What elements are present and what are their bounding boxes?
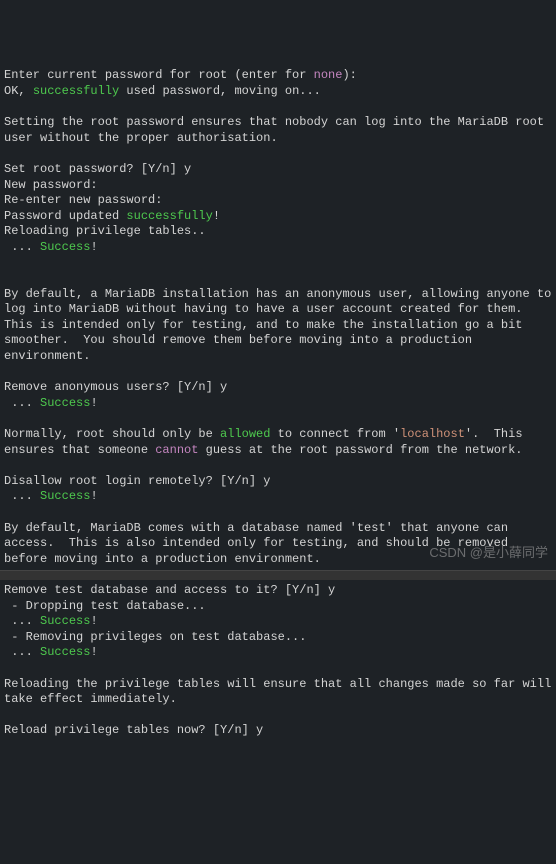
terminal-text: ... xyxy=(4,489,40,503)
terminal-output[interactable]: Enter current password for root (enter f… xyxy=(4,68,552,739)
terminal-line: ... Success! xyxy=(4,614,552,630)
terminal-text: Setting the root password ensures that n… xyxy=(4,115,551,145)
watermark: CSDN @是小薛同学 xyxy=(429,545,548,562)
terminal-line: Remove anonymous users? [Y/n] y xyxy=(4,380,552,396)
terminal-line: Normally, root should only be allowed to… xyxy=(4,427,552,458)
terminal-text: Password updated xyxy=(4,209,126,223)
terminal-line xyxy=(4,256,552,272)
terminal-text: ... xyxy=(4,645,40,659)
terminal-line xyxy=(4,708,552,724)
terminal-line xyxy=(4,100,552,116)
terminal-line xyxy=(4,661,552,677)
terminal-text: Reloading privilege tables.. xyxy=(4,224,206,238)
terminal-text: Remove test database and access to it? [… xyxy=(4,583,335,597)
terminal-text: Reloading the privilege tables will ensu… xyxy=(4,677,556,707)
terminal-line: Remove test database and access to it? [… xyxy=(4,583,552,599)
terminal-text: By default, a MariaDB installation has a… xyxy=(4,287,556,363)
terminal-text: - Dropping test database... xyxy=(4,599,206,613)
terminal-text: guess at the root password from the netw… xyxy=(198,443,522,457)
terminal-text: Success xyxy=(40,396,90,410)
terminal-text: ! xyxy=(90,396,97,410)
terminal-text: ! xyxy=(90,489,97,503)
terminal-text: Reload privilege tables now? [Y/n] y xyxy=(4,723,263,737)
terminal-line: - Dropping test database... xyxy=(4,599,552,615)
terminal-line xyxy=(4,146,552,162)
terminal-line: Set root password? [Y/n] y xyxy=(4,162,552,178)
terminal-line xyxy=(4,505,552,521)
terminal-line: By default, a MariaDB installation has a… xyxy=(4,287,552,365)
terminal-text: used password, moving on... xyxy=(119,84,321,98)
terminal-text: Success xyxy=(40,614,90,628)
terminal-line: ... Success! xyxy=(4,396,552,412)
terminal-line: Reloading privilege tables.. xyxy=(4,224,552,240)
terminal-text: ... xyxy=(4,614,40,628)
terminal-line: Reloading the privilege tables will ensu… xyxy=(4,677,552,708)
terminal-text: Remove anonymous users? [Y/n] y xyxy=(4,380,227,394)
terminal-text: ! xyxy=(213,209,220,223)
terminal-line: Setting the root password ensures that n… xyxy=(4,115,552,146)
terminal-line: ... Success! xyxy=(4,645,552,661)
terminal-text: cannot xyxy=(155,443,198,457)
terminal-text: ! xyxy=(90,240,97,254)
terminal-line xyxy=(4,271,552,287)
terminal-line xyxy=(4,458,552,474)
terminal-line xyxy=(4,365,552,381)
terminal-text: - Removing privileges on test database..… xyxy=(4,630,306,644)
terminal-text: successfully xyxy=(33,84,119,98)
terminal-text: successfully xyxy=(126,209,212,223)
terminal-text: Enter current password for root (enter f… xyxy=(4,68,314,82)
terminal-text: to connect from ' xyxy=(270,427,400,441)
terminal-line: ... Success! xyxy=(4,240,552,256)
bottom-bar xyxy=(0,570,556,580)
terminal-text: localhost xyxy=(400,427,465,441)
terminal-text: ! xyxy=(90,614,97,628)
terminal-text: Success xyxy=(40,489,90,503)
terminal-text: ... xyxy=(4,240,40,254)
terminal-text: New password: xyxy=(4,178,98,192)
terminal-text: allowed xyxy=(220,427,270,441)
terminal-text: none xyxy=(314,68,343,82)
terminal-line: ... Success! xyxy=(4,489,552,505)
terminal-text: Disallow root login remotely? [Y/n] y xyxy=(4,474,270,488)
terminal-line: - Removing privileges on test database..… xyxy=(4,630,552,646)
terminal-line: OK, successfully used password, moving o… xyxy=(4,84,552,100)
terminal-line: Password updated successfully! xyxy=(4,209,552,225)
terminal-text: OK, xyxy=(4,84,33,98)
terminal-text: Set root password? [Y/n] y xyxy=(4,162,191,176)
terminal-text: Success xyxy=(40,240,90,254)
terminal-text: ... xyxy=(4,396,40,410)
terminal-line: Enter current password for root (enter f… xyxy=(4,68,552,84)
terminal-line: Disallow root login remotely? [Y/n] y xyxy=(4,474,552,490)
terminal-text: Success xyxy=(40,645,90,659)
terminal-line xyxy=(4,411,552,427)
terminal-line: Re-enter new password: xyxy=(4,193,552,209)
terminal-text: Normally, root should only be xyxy=(4,427,220,441)
terminal-text: Re-enter new password: xyxy=(4,193,162,207)
terminal-text: ): xyxy=(342,68,356,82)
terminal-text: ! xyxy=(90,645,97,659)
terminal-line: New password: xyxy=(4,178,552,194)
terminal-line: Reload privilege tables now? [Y/n] y xyxy=(4,723,552,739)
